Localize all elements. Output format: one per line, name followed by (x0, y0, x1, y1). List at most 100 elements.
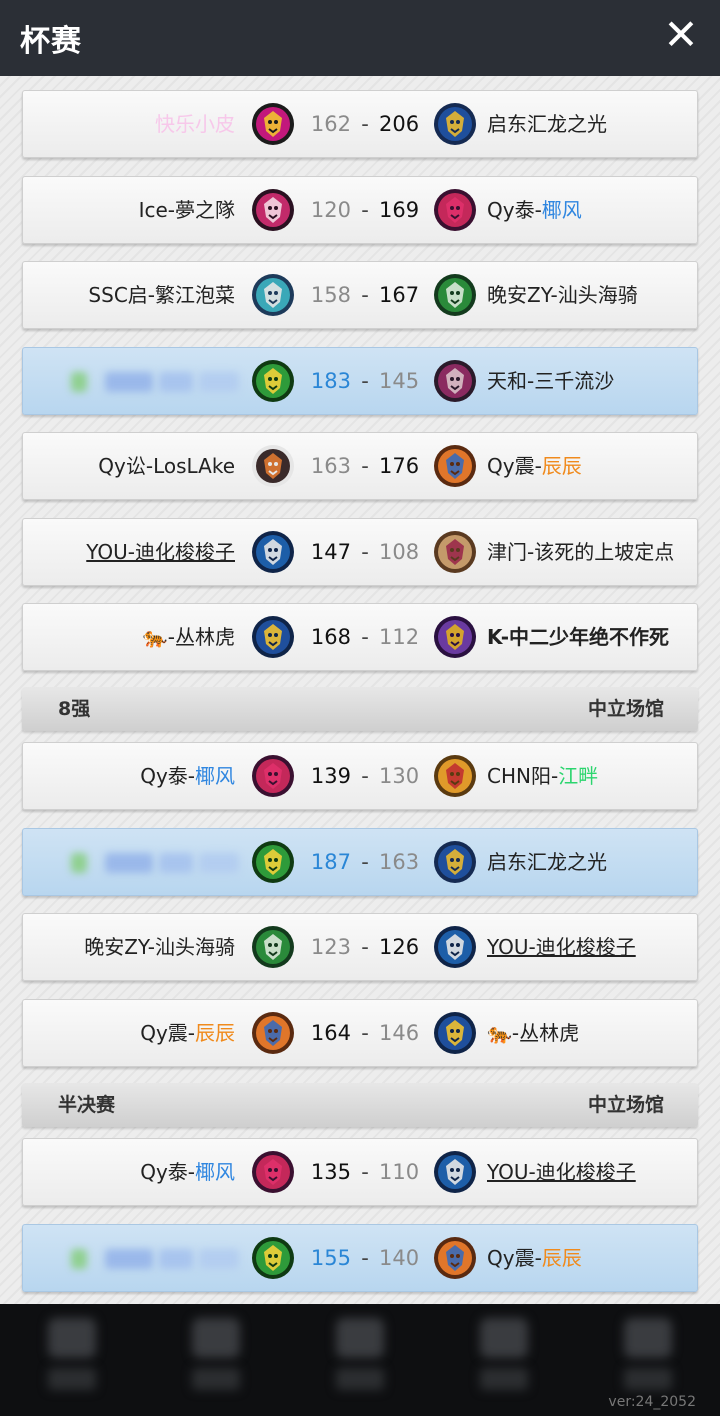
away-team-name[interactable]: 津门-该死的上坡定点 (487, 519, 674, 585)
home-score: 147 (310, 539, 351, 564)
round-name: 半决赛 (58, 1094, 116, 1116)
match-row[interactable]: Qy泰-椰风 135-110 YOU-迪化梭梭子 (22, 1138, 698, 1206)
away-score: 126 (379, 935, 420, 959)
home-team-name[interactable]: SSC启-繁江泡菜 (88, 262, 235, 328)
match-row[interactable]: 晚安ZY-汕头海骑 123-126 YOU-迪化梭梭子 (22, 913, 698, 981)
team-name-text: 启东汇龙之光 (487, 849, 607, 874)
team-name-text: YOU-迪化梭梭子 (487, 1160, 636, 1184)
away-team-name[interactable]: Qy震-辰辰 (487, 433, 582, 499)
redacted-name-blur (159, 852, 193, 873)
match-score: 187-163 (305, 829, 425, 895)
pink-dragon-team-badge-icon (251, 187, 295, 233)
home-score: 155 (310, 1245, 351, 1270)
pink-lion-team-badge-icon (251, 101, 295, 147)
score-separator: - (361, 283, 369, 307)
home-team-name[interactable]: Qy讼-LosLAke (98, 433, 235, 499)
match-row[interactable]: 155-140 Qy震-辰辰 (22, 1223, 698, 1292)
home-team-name[interactable]: 快乐小皮 (155, 91, 235, 157)
green-wolf-team-badge-icon (251, 924, 295, 970)
tab-icon (336, 1318, 384, 1358)
match-row[interactable]: Qy震-辰辰 164-146 🐅-丛林虎 (22, 998, 698, 1067)
away-team-name[interactable]: Qy震-辰辰 (487, 1225, 582, 1291)
home-score: 164 (310, 1020, 351, 1045)
team-name-suffix: 辰辰 (541, 1245, 582, 1270)
match-row[interactable]: Ice-夢之隊 120-169 Qy泰-椰风 (22, 175, 698, 244)
home-team-name[interactable]: YOU-迪化梭梭子 (86, 519, 235, 585)
redacted-name-blur (71, 1248, 87, 1269)
match-score: 135-110 (305, 1139, 425, 1205)
tab-label (48, 1368, 96, 1390)
away-score: 163 (379, 849, 420, 874)
redacted-name-blur (159, 1248, 193, 1269)
score-separator: - (361, 368, 369, 393)
home-team-name[interactable]: Ice-夢之隊 (139, 177, 235, 243)
venue-label: 中立场馆 (587, 698, 664, 720)
home-team-name[interactable]: Qy震-辰辰 (140, 1000, 235, 1066)
away-team-name[interactable]: K-中二少年绝不作死 (487, 604, 669, 670)
venue-label: 中立场馆 (587, 1094, 664, 1116)
away-team-name[interactable]: 启东汇龙之光 (487, 829, 607, 895)
version-label: ver:24_2052 (608, 1394, 696, 1410)
redacted-name-blur (71, 371, 87, 392)
close-icon[interactable]: ✕ (660, 14, 702, 56)
away-team-name[interactable]: CHN阳-江畔 (487, 743, 598, 809)
bottom-tab-bar: ver:24_2052 (0, 1304, 720, 1416)
away-team-name[interactable]: 启东汇龙之光 (487, 91, 607, 157)
tab-icon (192, 1318, 240, 1358)
away-team-name[interactable]: 晚安ZY-汕头海骑 (487, 262, 638, 328)
blue-lion-team-badge-icon (433, 839, 477, 885)
match-row[interactable]: 🐅-丛林虎 168-112 K-中二少年绝不作死 (22, 603, 698, 671)
tab-icon (48, 1318, 96, 1358)
away-team-name[interactable]: 天和-三千流沙 (487, 348, 614, 414)
away-team-name[interactable]: YOU-迪化梭梭子 (487, 1139, 636, 1205)
away-team-name[interactable]: Qy泰-椰风 (487, 177, 582, 243)
blue-wolf-team-badge-icon (433, 924, 477, 970)
orange-tiger-team-badge-icon (433, 443, 477, 489)
away-score: 167 (379, 283, 420, 307)
match-row[interactable]: 183-145 天和-三千流沙 (22, 346, 698, 415)
match-row[interactable]: Qy泰-椰风 139-130 CHN阳-江畔 (22, 742, 698, 810)
match-row[interactable]: 快乐小皮 162-206 启东汇龙之光 (22, 90, 698, 158)
team-name-suffix: 椰风 (195, 1160, 235, 1184)
tab-label (480, 1368, 528, 1390)
home-score: 162 (310, 112, 351, 136)
match-score: 158-167 (305, 262, 425, 328)
away-team-name[interactable]: YOU-迪化梭梭子 (487, 914, 636, 980)
round-header-semifinal: 半决赛 中立场馆 (22, 1083, 698, 1127)
tab-1[interactable] (0, 1304, 144, 1416)
score-separator: - (361, 197, 369, 222)
home-score: 183 (310, 368, 351, 393)
redacted-name-blur (105, 1248, 153, 1269)
team-name-prefix: Qy震- (487, 454, 542, 478)
tab-4[interactable] (432, 1304, 576, 1416)
blue-lynx-team-badge-icon (433, 1010, 477, 1056)
tab-label (624, 1368, 672, 1390)
match-row[interactable]: 187-163 启东汇龙之光 (22, 827, 698, 896)
match-score: 123-126 (305, 914, 425, 980)
red-eagle-team-badge-icon (251, 1149, 295, 1195)
away-score: 130 (379, 764, 420, 788)
home-team-name[interactable]: Qy泰-椰风 (140, 743, 235, 809)
away-team-name[interactable]: 🐅-丛林虎 (487, 1000, 579, 1066)
tab-2[interactable] (144, 1304, 288, 1416)
home-team-name[interactable]: 晚安ZY-汕头海骑 (84, 914, 235, 980)
green-wolf-team-badge-icon (433, 272, 477, 318)
orange-tiger-team-badge-icon (251, 1010, 295, 1056)
redacted-name-blur (105, 371, 153, 392)
home-score: 135 (310, 1160, 351, 1184)
blue-wolf-team-badge-icon (251, 529, 295, 575)
team-name-prefix: CHN阳- (487, 764, 559, 788)
home-team-name[interactable]: 🐅-丛林虎 (143, 604, 235, 670)
match-row[interactable]: YOU-迪化梭梭子 147-108 津门-该死的上坡定点 (22, 517, 698, 586)
team-name-prefix: Qy震- (487, 1245, 542, 1270)
green-croc-team-badge-icon (251, 839, 295, 885)
tab-icon (480, 1318, 528, 1358)
away-score: 146 (379, 1020, 420, 1045)
tab-3[interactable] (288, 1304, 432, 1416)
home-team-name[interactable]: Qy泰-椰风 (140, 1139, 235, 1205)
team-name-text: 🐅-丛林虎 (142, 625, 235, 649)
match-row[interactable]: Qy讼-LosLAke 163-176 Qy震-辰辰 (22, 432, 698, 500)
team-name-prefix: Qy泰- (487, 197, 542, 222)
match-row[interactable]: SSC启-繁江泡菜 158-167 晚安ZY-汕头海骑 (22, 261, 698, 329)
home-score: 123 (310, 935, 351, 959)
